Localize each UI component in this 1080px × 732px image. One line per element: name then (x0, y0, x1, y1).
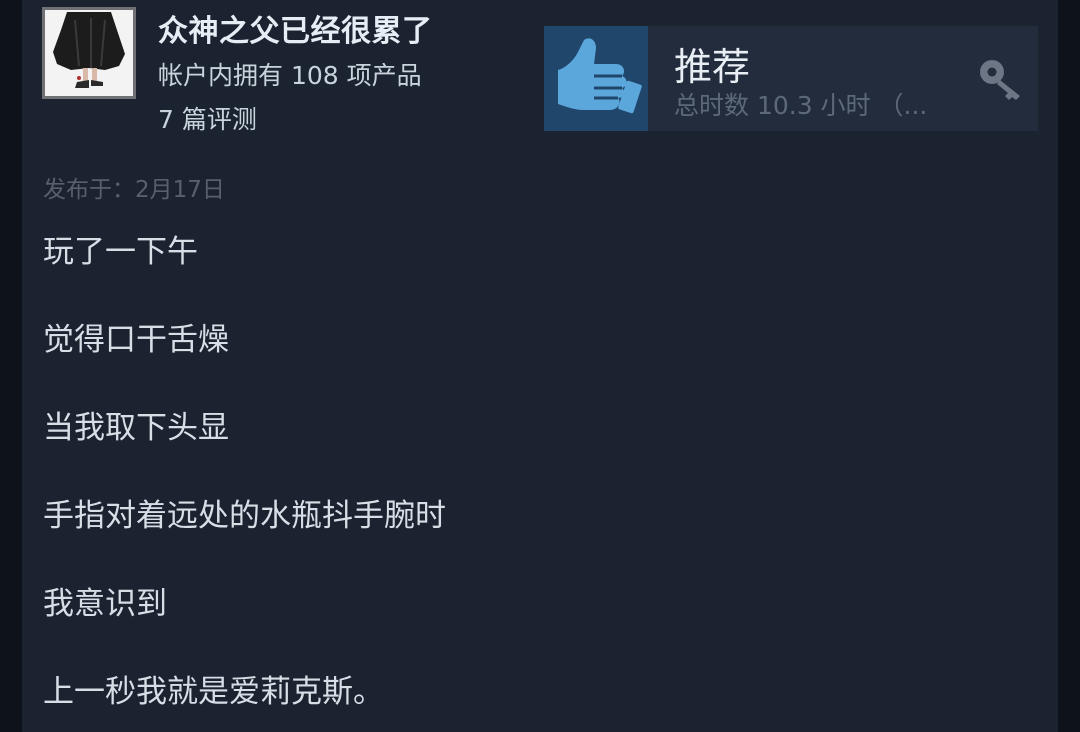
review-text-line: 觉得口干舌燥 (43, 322, 229, 358)
right-edge (1058, 0, 1080, 732)
avatar[interactable] (42, 7, 136, 99)
user-avatar-icon (45, 10, 133, 96)
total-hours: 总时数 10.3 小时 （... (674, 91, 928, 120)
review-text-line: 上一秒我就是爱莉克斯。 (43, 674, 384, 710)
author-name[interactable]: 众神之父已经很累了 (158, 6, 433, 50)
thumbs-up-icon (544, 26, 648, 131)
posted-date: 发布于：2月17日 (43, 177, 225, 203)
review-text-line: 我意识到 (43, 586, 167, 622)
review-count[interactable]: 7 篇评测 (158, 100, 257, 136)
left-edge (0, 0, 22, 732)
products-owned[interactable]: 帐户内拥有 108 项产品 (158, 56, 422, 92)
recommendation-label: 推荐 (674, 45, 751, 89)
review-text-line: 当我取下头显 (43, 410, 229, 446)
review-text-line: 玩了一下午 (43, 234, 198, 270)
recommendation-box[interactable]: 推荐 总时数 10.3 小时 （... (544, 26, 1038, 131)
review-text-line: 手指对着远处的水瓶抖手腕时 (43, 498, 446, 534)
key-icon[interactable] (976, 56, 1024, 104)
